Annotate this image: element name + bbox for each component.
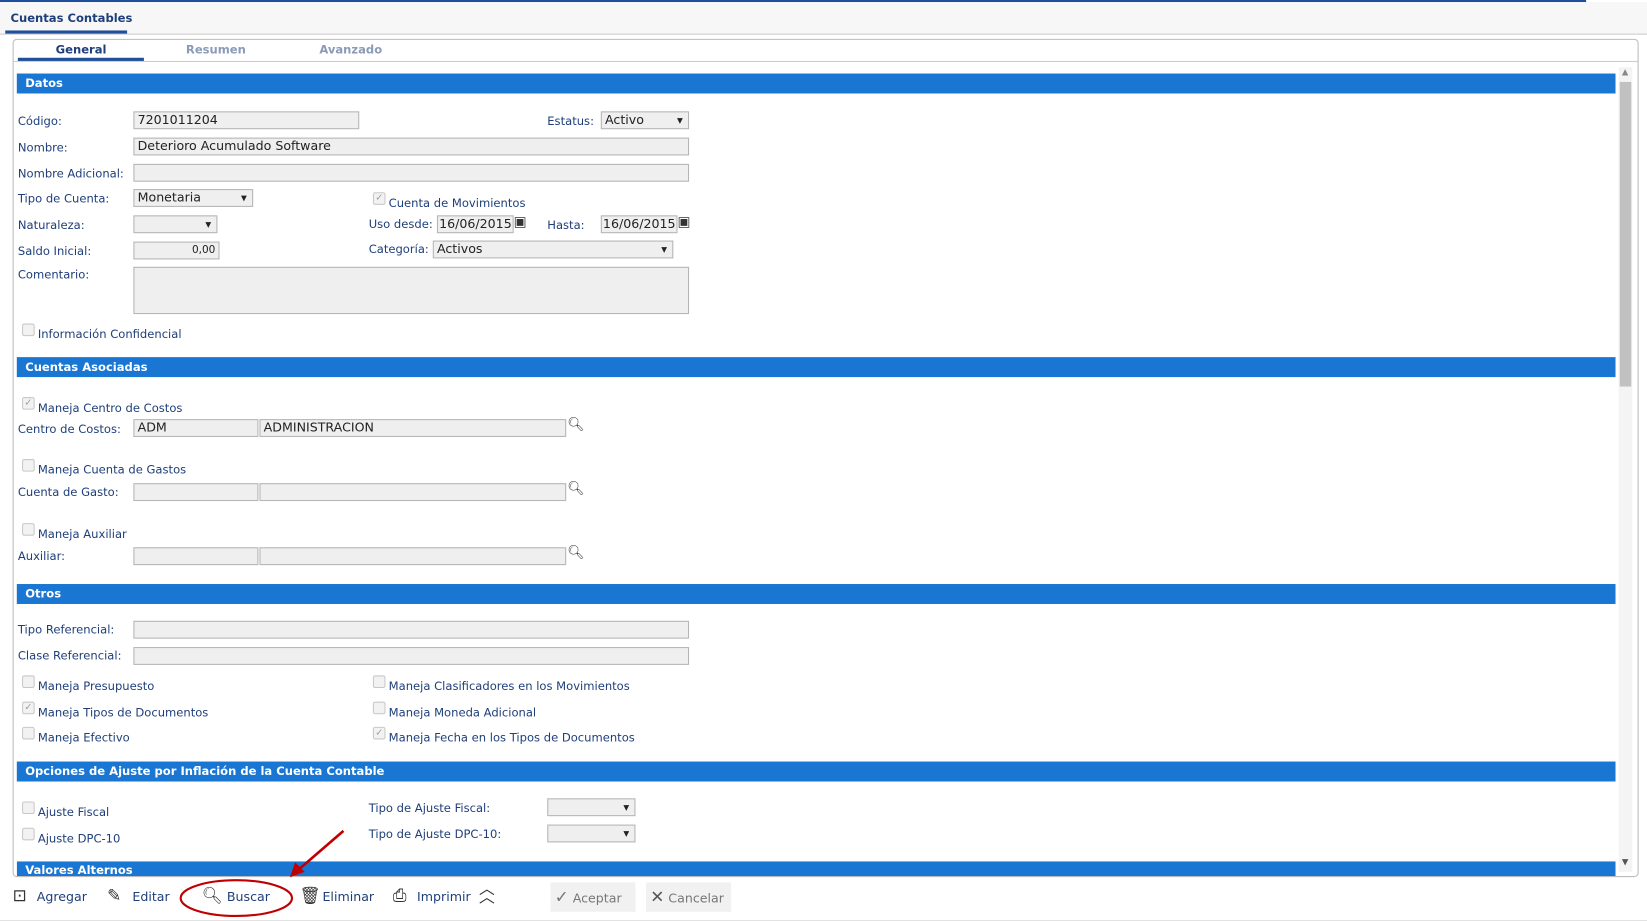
annotation-arrow-line bbox=[296, 829, 345, 872]
annotation-arrowhead bbox=[289, 862, 305, 878]
annotation-arrow bbox=[179, 829, 345, 917]
annotation-ellipse bbox=[179, 879, 294, 917]
